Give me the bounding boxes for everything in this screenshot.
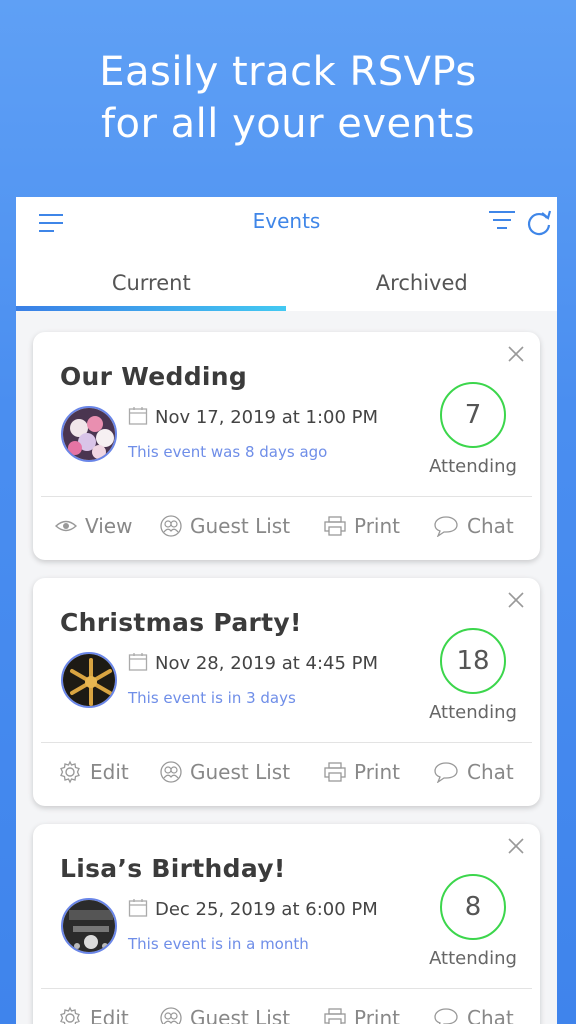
tab-current[interactable]: Current [16, 251, 287, 311]
event-date: Dec 25, 2019 at 6:00 PM [155, 899, 378, 920]
tab-indicator [16, 306, 286, 311]
chat-label: Chat [467, 1006, 514, 1024]
chat-label: Chat [467, 760, 514, 784]
print-button[interactable]: Print [324, 760, 400, 784]
flowers-image-icon [63, 408, 115, 460]
close-icon[interactable] [506, 590, 526, 610]
event-relative-time: This event is in 3 days [128, 689, 296, 707]
printer-icon [324, 762, 346, 782]
attending-label: Attending [429, 456, 517, 477]
event-card[interactable]: Christmas Party! Nov 28, 2019 at 4:45 PM… [33, 578, 540, 806]
event-title: Christmas Party! [60, 608, 302, 637]
calendar-icon [128, 407, 148, 425]
chat-label: Chat [467, 514, 514, 538]
attending-label: Attending [429, 702, 517, 723]
promo-headline: Easily track RSVPs for all your events [0, 46, 576, 150]
event-relative-time: This event is in a month [128, 935, 309, 953]
event-card[interactable]: Lisa’s Birthday! Dec 25, 2019 at 6:00 PM… [33, 824, 540, 1024]
gear-icon [60, 1006, 80, 1024]
tab-archived[interactable]: Archived [287, 251, 558, 311]
app-panel: Events Current Archived Our Wedding Nov … [16, 197, 557, 1024]
print-button[interactable]: Print [324, 1006, 400, 1024]
chat-icon [434, 516, 458, 537]
birthday-image-icon [63, 900, 115, 952]
edit-label: Edit [90, 1006, 129, 1024]
guest-list-button[interactable]: Guest List [160, 760, 290, 784]
attending-count: 18 [440, 628, 506, 694]
guest-list-button[interactable]: Guest List [160, 1006, 290, 1024]
edit-button[interactable]: Edit [58, 1006, 129, 1024]
gear-icon [60, 760, 80, 784]
event-date: Nov 17, 2019 at 1:00 PM [155, 407, 379, 428]
chat-button[interactable]: Chat [433, 760, 514, 784]
chat-button[interactable]: Chat [433, 1006, 514, 1024]
guest-list-button[interactable]: Guest List [160, 514, 290, 538]
event-avatar [61, 652, 117, 708]
guest-list-label: Guest List [190, 760, 291, 784]
headline-line-1: Easily track RSVPs [99, 49, 477, 95]
event-avatar [61, 406, 117, 462]
card-actions: Edit Guest List Print Chat [33, 743, 540, 806]
attending-count: 8 [440, 874, 506, 940]
page-title: Events [252, 209, 321, 233]
tab-bar: Current Archived [16, 251, 557, 311]
calendar-icon [128, 653, 148, 671]
edit-button[interactable]: Edit [58, 760, 129, 784]
print-label: Print [354, 760, 401, 784]
guest-list-label: Guest List [190, 1006, 291, 1024]
card-actions: View Guest List Print Chat [33, 497, 540, 560]
event-avatar [61, 898, 117, 954]
guests-icon [160, 515, 182, 537]
close-icon[interactable] [506, 344, 526, 364]
edit-label: Edit [90, 760, 129, 784]
eye-icon [55, 520, 77, 532]
print-label: Print [354, 514, 401, 538]
top-bar: Events [16, 197, 557, 251]
printer-icon [324, 516, 346, 536]
view-label: View [85, 514, 133, 538]
calendar-icon [128, 899, 148, 917]
event-title: Our Wedding [60, 362, 248, 391]
chat-icon [434, 1008, 458, 1024]
guest-list-label: Guest List [190, 514, 291, 538]
printer-icon [324, 1008, 346, 1024]
guests-icon [160, 1007, 182, 1024]
headline-line-2: for all your events [100, 101, 476, 147]
event-date: Nov 28, 2019 at 4:45 PM [155, 653, 379, 674]
refresh-icon[interactable] [526, 209, 552, 237]
close-icon[interactable] [506, 836, 526, 856]
card-actions: Edit Guest List Print Chat [33, 989, 540, 1024]
print-label: Print [354, 1006, 401, 1024]
print-button[interactable]: Print [324, 514, 400, 538]
attending-label: Attending [429, 948, 517, 969]
guests-icon [160, 761, 182, 783]
attending-count: 7 [440, 382, 506, 448]
event-relative-time: This event was 8 days ago [128, 443, 328, 461]
event-card[interactable]: Our Wedding Nov 17, 2019 at 1:00 PM This… [33, 332, 540, 560]
chat-icon [434, 762, 458, 783]
filter-icon[interactable] [488, 209, 516, 233]
chat-button[interactable]: Chat [433, 514, 514, 538]
view-button[interactable]: View [55, 514, 132, 538]
event-title: Lisa’s Birthday! [60, 854, 286, 883]
snowflake-image-icon [63, 654, 115, 706]
